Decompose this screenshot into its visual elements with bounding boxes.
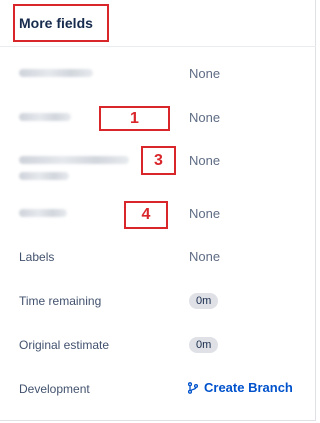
field-row-time-remaining: Time remaining 0m — [0, 288, 316, 318]
more-fields-header[interactable]: More fields — [0, 0, 316, 47]
create-branch-link[interactable]: Create Branch — [187, 380, 293, 395]
annotation-callout-3: 3 — [141, 146, 176, 175]
field-label: Development — [19, 382, 90, 396]
more-fields-panel: More fields None None 1 None 3 None 4 La… — [0, 0, 316, 421]
field-label: Original estimate — [19, 338, 110, 352]
redacted-label — [19, 69, 93, 77]
redacted-label-line-2 — [19, 172, 69, 180]
time-remaining-badge[interactable]: 0m — [189, 293, 219, 309]
branch-icon — [187, 381, 199, 394]
field-row-redacted-1: None — [0, 60, 316, 90]
field-row-labels: Labels None — [0, 244, 316, 274]
annotation-callout-1: 1 — [99, 106, 170, 131]
field-label: Labels — [19, 250, 55, 264]
field-value[interactable]: None — [189, 153, 220, 168]
redacted-label — [19, 209, 67, 217]
field-value[interactable]: None — [189, 66, 220, 81]
field-label: Time remaining — [19, 294, 102, 308]
annotation-callout-4: 4 — [124, 201, 168, 229]
redacted-label-line-1 — [19, 156, 129, 164]
labels-value[interactable]: None — [189, 249, 220, 264]
create-branch-label: Create Branch — [204, 380, 293, 395]
field-row-original-estimate: Original estimate 0m — [0, 332, 316, 362]
panel-title: More fields — [19, 15, 93, 31]
original-estimate-badge[interactable]: 0m — [189, 337, 219, 353]
field-value[interactable]: None — [189, 206, 220, 221]
redacted-label — [19, 113, 71, 121]
field-value[interactable]: None — [189, 110, 220, 125]
